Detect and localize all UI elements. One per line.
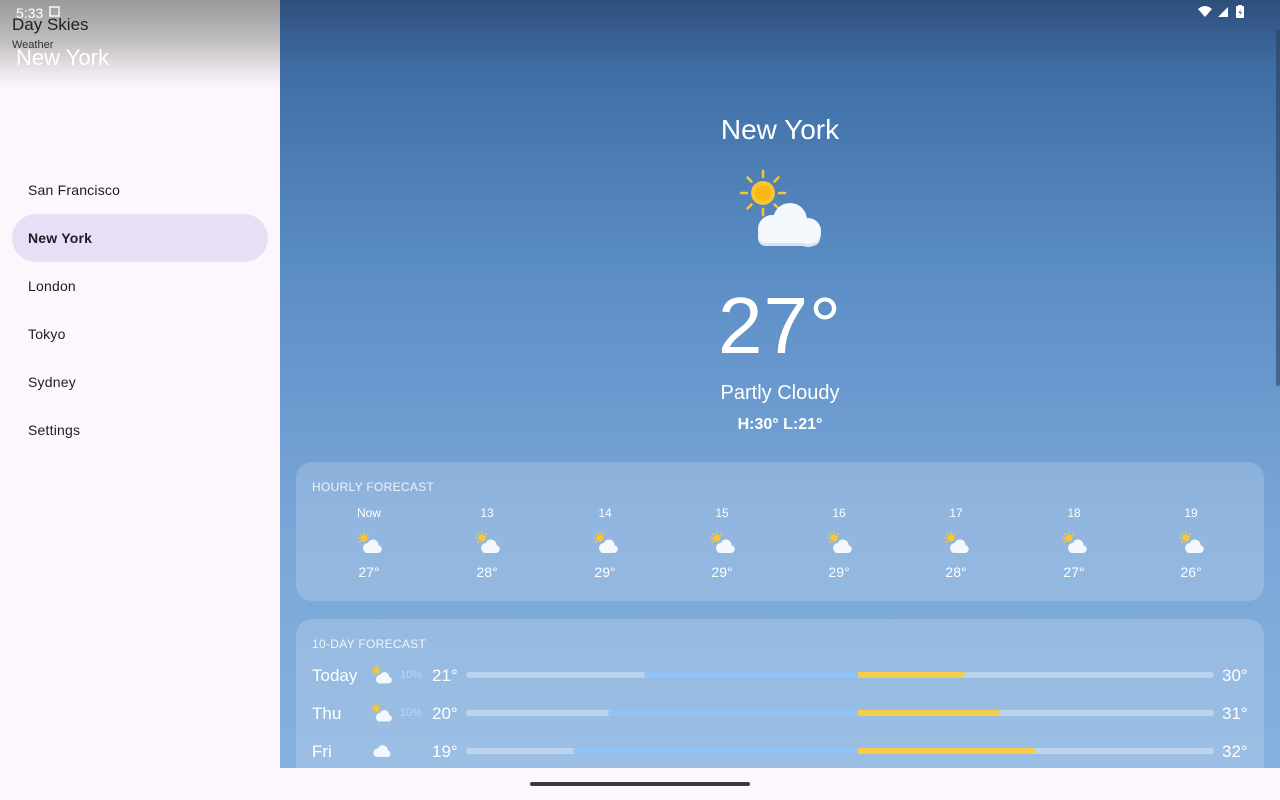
hourly-time: 13 xyxy=(480,506,494,520)
home-gesture-handle[interactable] xyxy=(530,782,750,786)
daily-high: 32° xyxy=(1222,742,1248,761)
daily-precip-chance: 10% xyxy=(400,707,423,719)
hourly-temp: 29° xyxy=(828,564,850,580)
daily-low: 20° xyxy=(432,704,458,723)
daily-high: 31° xyxy=(1222,704,1248,723)
current-city-title: New York xyxy=(720,114,840,145)
nav-item-label: Tokyo xyxy=(28,326,66,342)
daily-row: Fri 19° 32° xyxy=(296,740,1264,764)
wifi-icon xyxy=(1198,6,1212,17)
status-bar-time: 5:33 xyxy=(16,5,44,21)
hourly-item: 16 29° xyxy=(799,506,879,580)
hourly-forecast-card[interactable]: HOURLY FORECAST Now 27° 13 28° 14 29° 15… xyxy=(296,462,1264,601)
daily-row: Thu 10% 20° 31° xyxy=(296,702,1264,726)
weather-main-panel[interactable]: New York 27° Partly Cloudy H:30° L:21° H… xyxy=(280,0,1280,768)
partly-cloudy-icon xyxy=(356,530,382,554)
hourly-time: 14 xyxy=(598,506,612,520)
hourly-item: 17 28° xyxy=(916,506,996,580)
nav-item-label: Sydney xyxy=(28,374,76,390)
temperature-range-cool-segment xyxy=(644,672,858,678)
daily-day: Today xyxy=(312,666,358,685)
hourly-temp: 28° xyxy=(476,564,498,580)
temperature-range-cool-segment xyxy=(608,710,858,716)
nav-item-san-francisco[interactable]: San Francisco xyxy=(12,166,268,214)
hourly-temp: 27° xyxy=(1063,564,1085,580)
daily-day: Thu xyxy=(312,704,342,723)
daily-low: 19° xyxy=(432,742,458,761)
navigation-drawer: Day Skies New York Weather San Francisco… xyxy=(0,0,280,800)
temperature-range-cool-segment xyxy=(572,748,858,754)
partly-cloudy-icon xyxy=(370,664,392,684)
nav-item-new-york[interactable]: New York xyxy=(12,214,268,262)
signal-icon xyxy=(1218,7,1228,17)
nav-item-settings[interactable]: Settings xyxy=(12,406,268,454)
hourly-temp: 27° xyxy=(358,564,380,580)
hourly-time: 15 xyxy=(715,506,729,520)
battery-icon xyxy=(1236,5,1244,18)
daily-high: 30° xyxy=(1222,666,1248,685)
partly-cloudy-icon xyxy=(826,530,852,554)
screenshot-notification-icon xyxy=(49,6,60,17)
partly-cloudy-icon xyxy=(709,530,735,554)
hourly-item: 15 29° xyxy=(682,506,762,580)
temperature-range-warm-segment xyxy=(857,748,1036,754)
ten-day-forecast-card[interactable]: 10-DAY FORECAST Today 10% 21° 30° Thu 10… xyxy=(296,619,1264,768)
nav-item-london[interactable]: London xyxy=(12,262,268,310)
nav-item-label: New York xyxy=(28,230,93,246)
daily-row: Today 10% 21° 30° xyxy=(296,664,1264,688)
hourly-time: 18 xyxy=(1067,506,1081,520)
hourly-item: 18 27° xyxy=(1034,506,1114,580)
partly-cloudy-icon xyxy=(739,169,821,247)
hourly-item: 14 29° xyxy=(565,506,645,580)
partly-cloudy-icon xyxy=(1061,530,1087,554)
daily-low: 21° xyxy=(432,666,458,685)
high-low-temperature: H:30° L:21° xyxy=(737,416,823,433)
temperature-range-warm-segment xyxy=(857,672,965,678)
status-icons xyxy=(1198,5,1244,18)
daily-day: Fri xyxy=(312,742,332,761)
hourly-time: Now xyxy=(356,506,381,520)
hourly-time: 16 xyxy=(832,506,846,520)
hourly-temp: 29° xyxy=(594,564,616,580)
app-subtitle: Weather xyxy=(12,39,54,51)
hourly-time: 17 xyxy=(949,506,963,520)
partly-cloudy-icon xyxy=(1178,530,1204,554)
daily-precip-chance: 10% xyxy=(400,669,423,681)
hourly-item: Now 27° xyxy=(329,506,409,580)
hourly-item: 13 28° xyxy=(447,506,527,580)
cloudy-icon xyxy=(373,745,391,757)
ten-day-forecast-title: 10-DAY FORECAST xyxy=(312,637,427,651)
nav-item-label: London xyxy=(28,278,76,294)
hourly-temp: 26° xyxy=(1180,564,1202,580)
partly-cloudy-icon xyxy=(943,530,969,554)
nav-item-tokyo[interactable]: Tokyo xyxy=(12,310,268,358)
current-condition: Partly Cloudy xyxy=(720,382,840,404)
partly-cloudy-icon xyxy=(592,530,618,554)
nav-item-sydney[interactable]: Sydney xyxy=(12,358,268,406)
nav-item-label: Settings xyxy=(28,422,81,438)
hourly-time: 19 xyxy=(1184,506,1198,520)
hourly-temp: 29° xyxy=(711,564,733,580)
partly-cloudy-icon xyxy=(474,530,500,554)
hourly-forecast-title: HOURLY FORECAST xyxy=(312,480,435,494)
current-temperature: 27° xyxy=(718,281,842,370)
nav-item-label: San Francisco xyxy=(28,182,121,198)
system-navigation-bar xyxy=(0,768,1280,800)
temperature-range-warm-segment xyxy=(857,710,1001,716)
hourly-item: 19 26° xyxy=(1151,506,1231,580)
hourly-temp: 28° xyxy=(945,564,967,580)
partly-cloudy-icon xyxy=(370,702,392,722)
